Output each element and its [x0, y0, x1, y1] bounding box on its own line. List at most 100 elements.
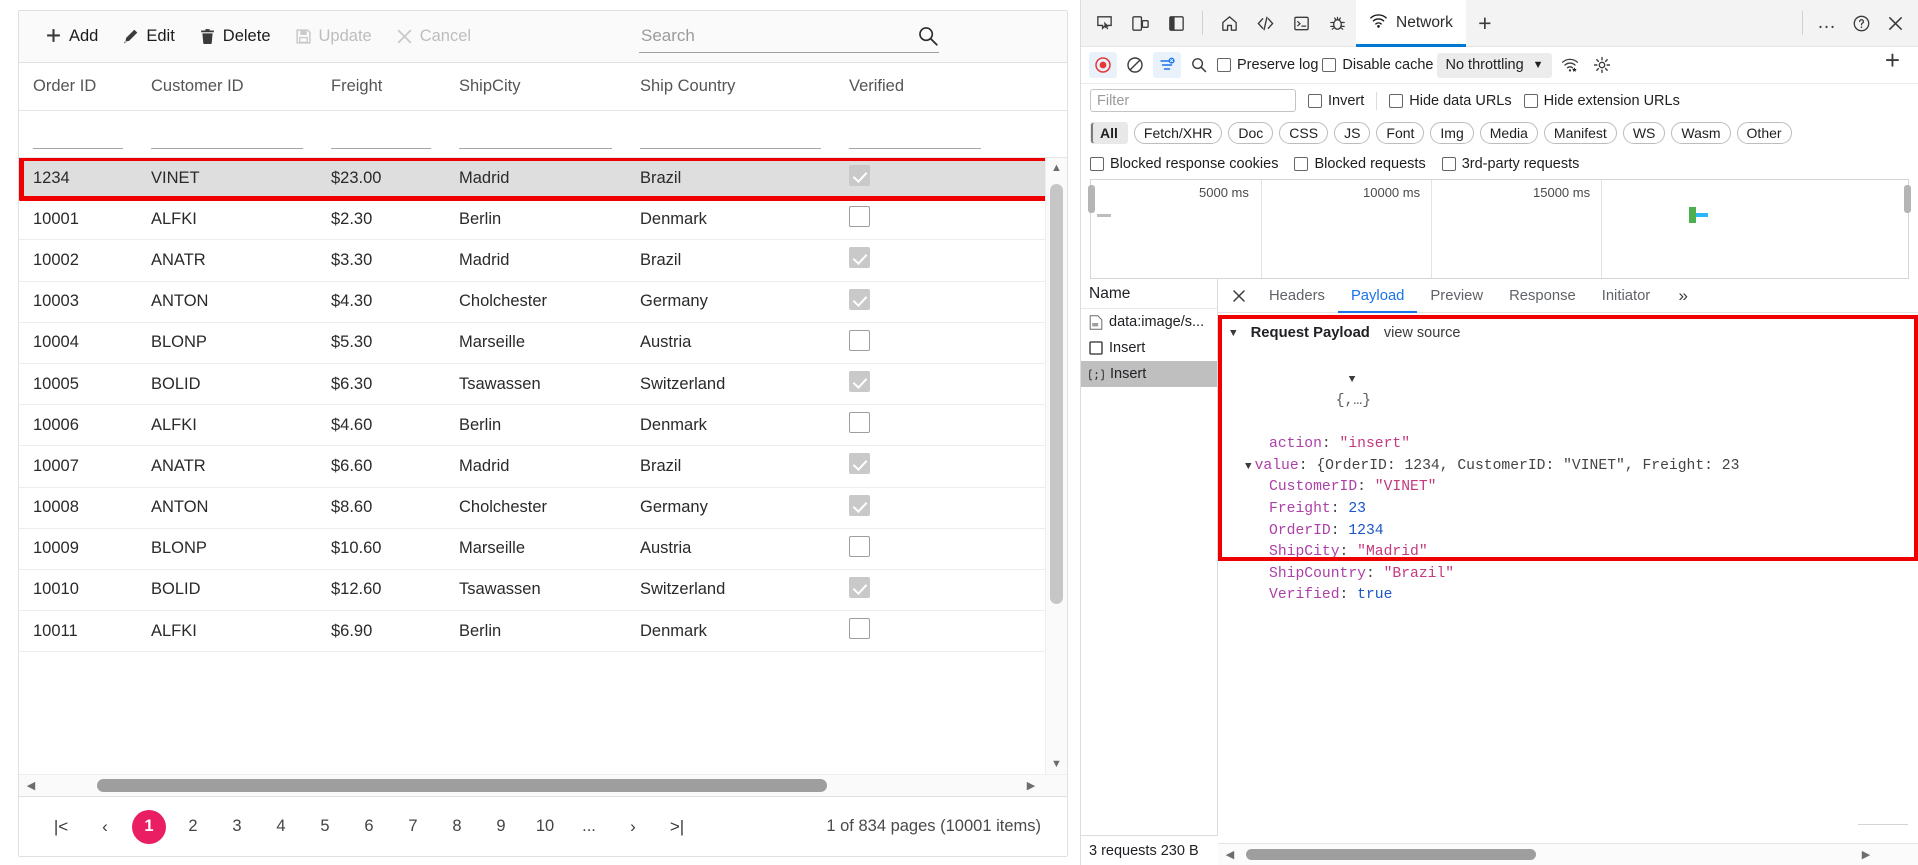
update-button[interactable]: Update: [283, 18, 384, 56]
column-header-shipcity[interactable]: ShipCity: [445, 77, 626, 96]
close-devtools-icon[interactable]: [1878, 6, 1912, 40]
verified-checkbox[interactable]: [849, 247, 870, 268]
verified-checkbox[interactable]: [849, 165, 870, 186]
device-emulation-icon[interactable]: [1123, 6, 1157, 40]
table-row[interactable]: 10006ALFKI$4.60BerlinDenmark: [19, 405, 1067, 446]
pager-prev-button[interactable]: ‹: [88, 810, 122, 844]
request-list-item[interactable]: data:image/s...: [1081, 309, 1217, 335]
search-icon[interactable]: [917, 25, 939, 47]
grid-horizontal-scrollbar[interactable]: ◀ ▶: [19, 774, 1067, 796]
dock-side-icon[interactable]: [1159, 6, 1193, 40]
table-row[interactable]: 1234VINET$23.00MadridBrazil: [19, 158, 1067, 199]
gear-icon[interactable]: [1588, 52, 1616, 78]
edit-button[interactable]: Edit: [110, 18, 186, 56]
request-list-item[interactable]: Insert: [1081, 335, 1217, 361]
cancel-button[interactable]: Cancel: [384, 18, 483, 56]
table-row[interactable]: 10004BLONP$5.30MarseilleAustria: [19, 323, 1067, 364]
hide-extension-urls-checkbox[interactable]: Hide extension URLs: [1524, 93, 1680, 109]
filter-cell-verified[interactable]: [835, 111, 995, 157]
more-tools-icon[interactable]: …: [1810, 6, 1844, 40]
scroll-right-arrow[interactable]: ▶: [1854, 848, 1878, 861]
detail-scroll-thumb[interactable]: [1246, 849, 1536, 860]
verified-checkbox[interactable]: [849, 536, 870, 557]
collapse-triangle-icon[interactable]: ▼: [1245, 459, 1252, 475]
pager-page-3[interactable]: 3: [220, 810, 254, 844]
column-header-shipcountry[interactable]: Ship Country: [626, 77, 835, 96]
verified-checkbox[interactable]: [849, 495, 870, 516]
filter-cell-order-id[interactable]: [19, 111, 137, 157]
verified-checkbox[interactable]: [849, 577, 870, 598]
type-filter-css[interactable]: CSS: [1279, 122, 1328, 144]
scroll-down-arrow[interactable]: ▼: [1046, 754, 1067, 774]
search-input[interactable]: [639, 22, 939, 53]
table-row[interactable]: 10010BOLID$12.60TsawassenSwitzerland: [19, 570, 1067, 611]
hide-data-urls-checkbox[interactable]: Hide data URLs: [1389, 93, 1511, 109]
type-filter-wasm[interactable]: Wasm: [1671, 122, 1730, 144]
elements-code-icon[interactable]: [1248, 6, 1282, 40]
type-filter-doc[interactable]: Doc: [1228, 122, 1273, 144]
pager-page-10[interactable]: 10: [528, 810, 562, 844]
pager-page-8[interactable]: 8: [440, 810, 474, 844]
sources-debug-icon[interactable]: [1320, 6, 1354, 40]
column-header-order-id[interactable]: Order ID: [19, 77, 137, 96]
record-icon[interactable]: [1089, 52, 1117, 78]
timeline-right-handle[interactable]: [1904, 185, 1911, 213]
network-conditions-icon[interactable]: [1556, 52, 1584, 78]
filter-blocked-requests-checkbox[interactable]: Blocked requests: [1294, 156, 1425, 172]
vertical-scroll-thumb[interactable]: [1050, 184, 1063, 604]
collapse-triangle-icon[interactable]: ▼: [1349, 372, 1356, 388]
view-source-link[interactable]: view source: [1384, 323, 1461, 344]
add-panel-button[interactable]: +: [1885, 45, 1900, 76]
table-row[interactable]: 10001ALFKI$2.30BerlinDenmark: [19, 199, 1067, 240]
pager-page-5[interactable]: 5: [308, 810, 342, 844]
request-list-header[interactable]: Name: [1081, 279, 1217, 309]
pager-first-button[interactable]: |<: [44, 810, 78, 844]
detail-tab-preview[interactable]: Preview: [1417, 279, 1496, 313]
type-filter-font[interactable]: Font: [1376, 122, 1424, 144]
preserve-log-checkbox[interactable]: Preserve log: [1217, 57, 1318, 73]
column-header-freight[interactable]: Freight: [317, 77, 445, 96]
table-row[interactable]: 10008ANTON$8.60CholchesterGermany: [19, 488, 1067, 529]
pager-page-6[interactable]: 6: [352, 810, 386, 844]
table-row[interactable]: 10002ANATR$3.30MadridBrazil: [19, 240, 1067, 281]
type-filter-other[interactable]: Other: [1737, 122, 1792, 144]
scroll-left-arrow[interactable]: ◀: [19, 779, 43, 792]
detail-tab-payload[interactable]: Payload: [1338, 279, 1417, 313]
filter-cell-customer-id[interactable]: [137, 111, 317, 157]
detail-tab-response[interactable]: Response: [1496, 279, 1589, 313]
add-button[interactable]: Add: [33, 18, 110, 56]
pager-last-button[interactable]: >|: [660, 810, 694, 844]
network-overview-timeline[interactable]: 5000 ms 10000 ms 15000 ms: [1090, 179, 1909, 279]
type-filter-media[interactable]: Media: [1480, 122, 1538, 144]
filter-cell-shipcity[interactable]: [445, 111, 626, 157]
pager-ellipsis[interactable]: ...: [572, 810, 606, 844]
grid-vertical-scrollbar[interactable]: ▲ ▼: [1045, 158, 1067, 774]
filter-blocked-response-cookies-checkbox[interactable]: Blocked response cookies: [1090, 156, 1278, 172]
type-filter-img[interactable]: Img: [1430, 122, 1473, 144]
column-header-customer-id[interactable]: Customer ID: [137, 77, 317, 96]
table-row[interactable]: 10011ALFKI$6.90BerlinDenmark: [19, 611, 1067, 652]
pager-page-1[interactable]: 1: [132, 810, 166, 844]
timeline-left-handle[interactable]: [1088, 185, 1095, 213]
verified-checkbox[interactable]: [849, 453, 870, 474]
table-row[interactable]: 10005BOLID$6.30TsawassenSwitzerland: [19, 364, 1067, 405]
verified-checkbox[interactable]: [849, 289, 870, 310]
throttling-dropdown[interactable]: No throttling ▼: [1437, 53, 1551, 78]
type-filter-manifest[interactable]: Manifest: [1544, 122, 1617, 144]
table-row[interactable]: 10007ANATR$6.60MadridBrazil: [19, 446, 1067, 487]
verified-checkbox[interactable]: [849, 330, 870, 351]
filter-cell-shipcountry[interactable]: [626, 111, 835, 157]
filter-3rd-party-requests-checkbox[interactable]: 3rd-party requests: [1442, 156, 1580, 172]
horizontal-scroll-thumb[interactable]: [97, 779, 827, 792]
search-icon[interactable]: [1185, 52, 1213, 78]
pager-page-7[interactable]: 7: [396, 810, 430, 844]
scroll-left-arrow[interactable]: ◀: [1218, 848, 1242, 861]
verified-checkbox[interactable]: [849, 206, 870, 227]
pager-page-4[interactable]: 4: [264, 810, 298, 844]
disable-cache-checkbox[interactable]: Disable cache: [1322, 57, 1433, 73]
detail-tab-headers[interactable]: Headers: [1256, 279, 1338, 313]
delete-button[interactable]: Delete: [187, 18, 283, 56]
close-detail-icon[interactable]: [1222, 279, 1256, 313]
verified-checkbox[interactable]: [849, 412, 870, 433]
verified-checkbox[interactable]: [849, 371, 870, 392]
